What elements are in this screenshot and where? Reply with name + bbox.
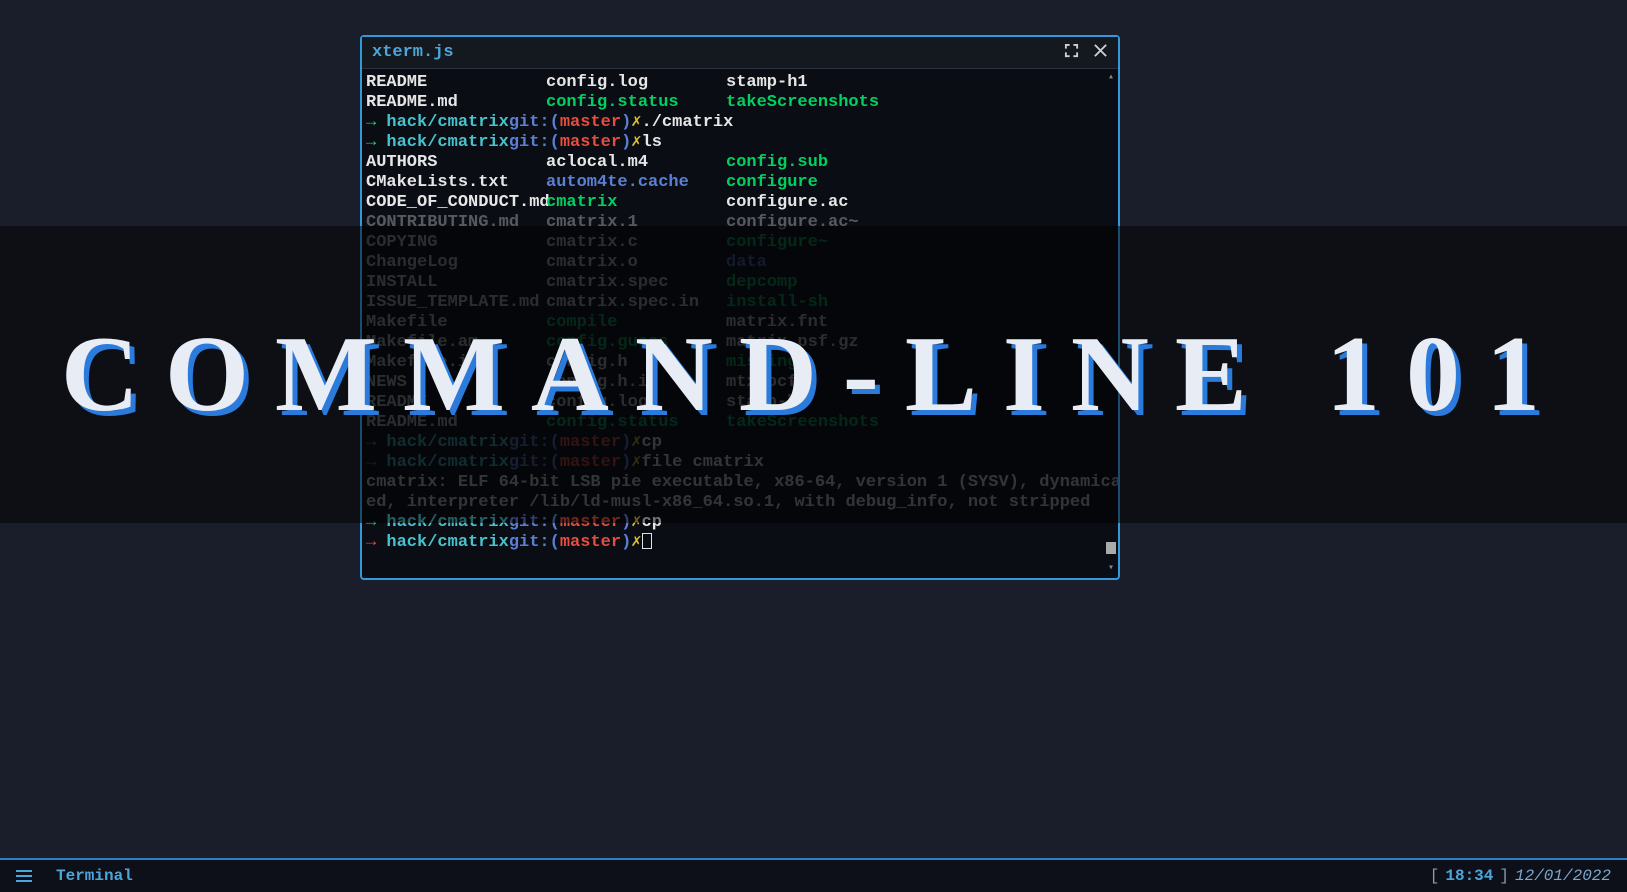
taskbar-date: 12/01/2022 <box>1515 867 1611 885</box>
maximize-icon[interactable] <box>1064 43 1079 63</box>
taskbar-time: 18:34 <box>1445 867 1493 885</box>
taskbar-clock: [ 18:34 ] 12/01/2022 <box>1430 867 1611 885</box>
menu-icon[interactable] <box>16 870 32 882</box>
close-icon[interactable] <box>1093 43 1108 63</box>
scroll-down-icon[interactable]: ▾ <box>1106 564 1116 574</box>
window-title: xterm.js <box>372 43 454 62</box>
taskbar-app-name[interactable]: Terminal <box>56 867 133 885</box>
scroll-thumb[interactable] <box>1106 542 1116 554</box>
taskbar: Terminal [ 18:34 ] 12/01/2022 <box>0 858 1627 892</box>
titlebar[interactable]: xterm.js <box>362 37 1118 69</box>
hero-title: COMMAND-LINE 101 <box>61 313 1566 437</box>
hero-overlay: COMMAND-LINE 101 <box>0 226 1627 523</box>
titlebar-controls <box>1064 43 1108 63</box>
scroll-up-icon[interactable]: ▴ <box>1106 73 1116 83</box>
